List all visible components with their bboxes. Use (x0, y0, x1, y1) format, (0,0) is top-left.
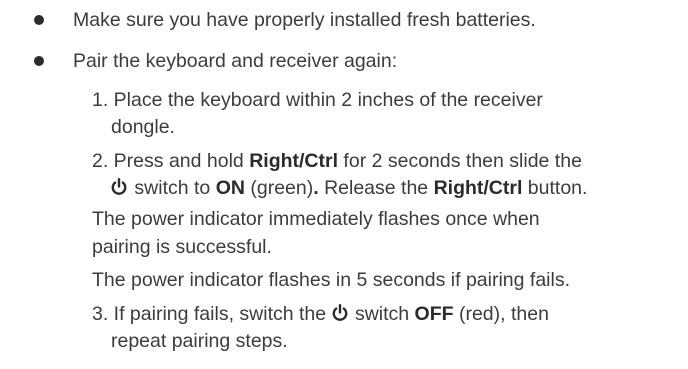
troubleshooting-list: Make sure you have properly installed fr… (0, 0, 688, 369)
note-fail: The power indicator flashes in 5 seconds… (92, 269, 570, 291)
step-2-line-2: switch to ON (green). Release the Right/… (111, 175, 587, 201)
step-3-line-1: 3. If pairing fails, switch the switch O… (92, 301, 549, 327)
step-2-text: (green) (244, 177, 314, 199)
power-icon (111, 178, 127, 196)
key-right-ctrl: Right/Ctrl (249, 150, 339, 172)
step-3-text: switch (349, 303, 415, 325)
bullet-item-pair: Pair the keyboard and receiver again: (0, 48, 688, 74)
note-success-line-2: pairing is successful. (92, 236, 272, 258)
step-2-text: switch to (129, 177, 216, 199)
step-1-line-2: dongle. (111, 116, 175, 138)
step-2-text: 2. Press and hold (92, 150, 250, 172)
power-icon (332, 304, 348, 322)
note-success-line-1: The power indicator immediately flashes … (92, 208, 540, 230)
step-3-text: 3. If pairing fails, switch the (92, 303, 332, 325)
step-2-text: button. (522, 177, 588, 199)
bullet-text: Pair the keyboard and receiver again: (73, 50, 398, 72)
bullet-text: Make sure you have properly installed fr… (73, 9, 536, 31)
step-3-text: (red), then (453, 303, 549, 325)
bullet-item-batteries: Make sure you have properly installed fr… (0, 7, 688, 33)
step-1-line-1: 1. Place the keyboard within 2 inches of… (92, 89, 543, 111)
bullet-icon (34, 56, 44, 66)
step-2-text: for 2 seconds then slide the (338, 150, 582, 172)
step-2-text: Release the (318, 177, 434, 199)
bullet-icon (34, 15, 44, 25)
key-right-ctrl: Right/Ctrl (433, 177, 523, 199)
step-3-line-2: repeat pairing steps. (111, 330, 288, 352)
step-2-line-1: 2. Press and hold Right/Ctrl for 2 secon… (92, 148, 582, 174)
state-off: OFF (414, 303, 454, 325)
state-on: ON (215, 177, 245, 199)
